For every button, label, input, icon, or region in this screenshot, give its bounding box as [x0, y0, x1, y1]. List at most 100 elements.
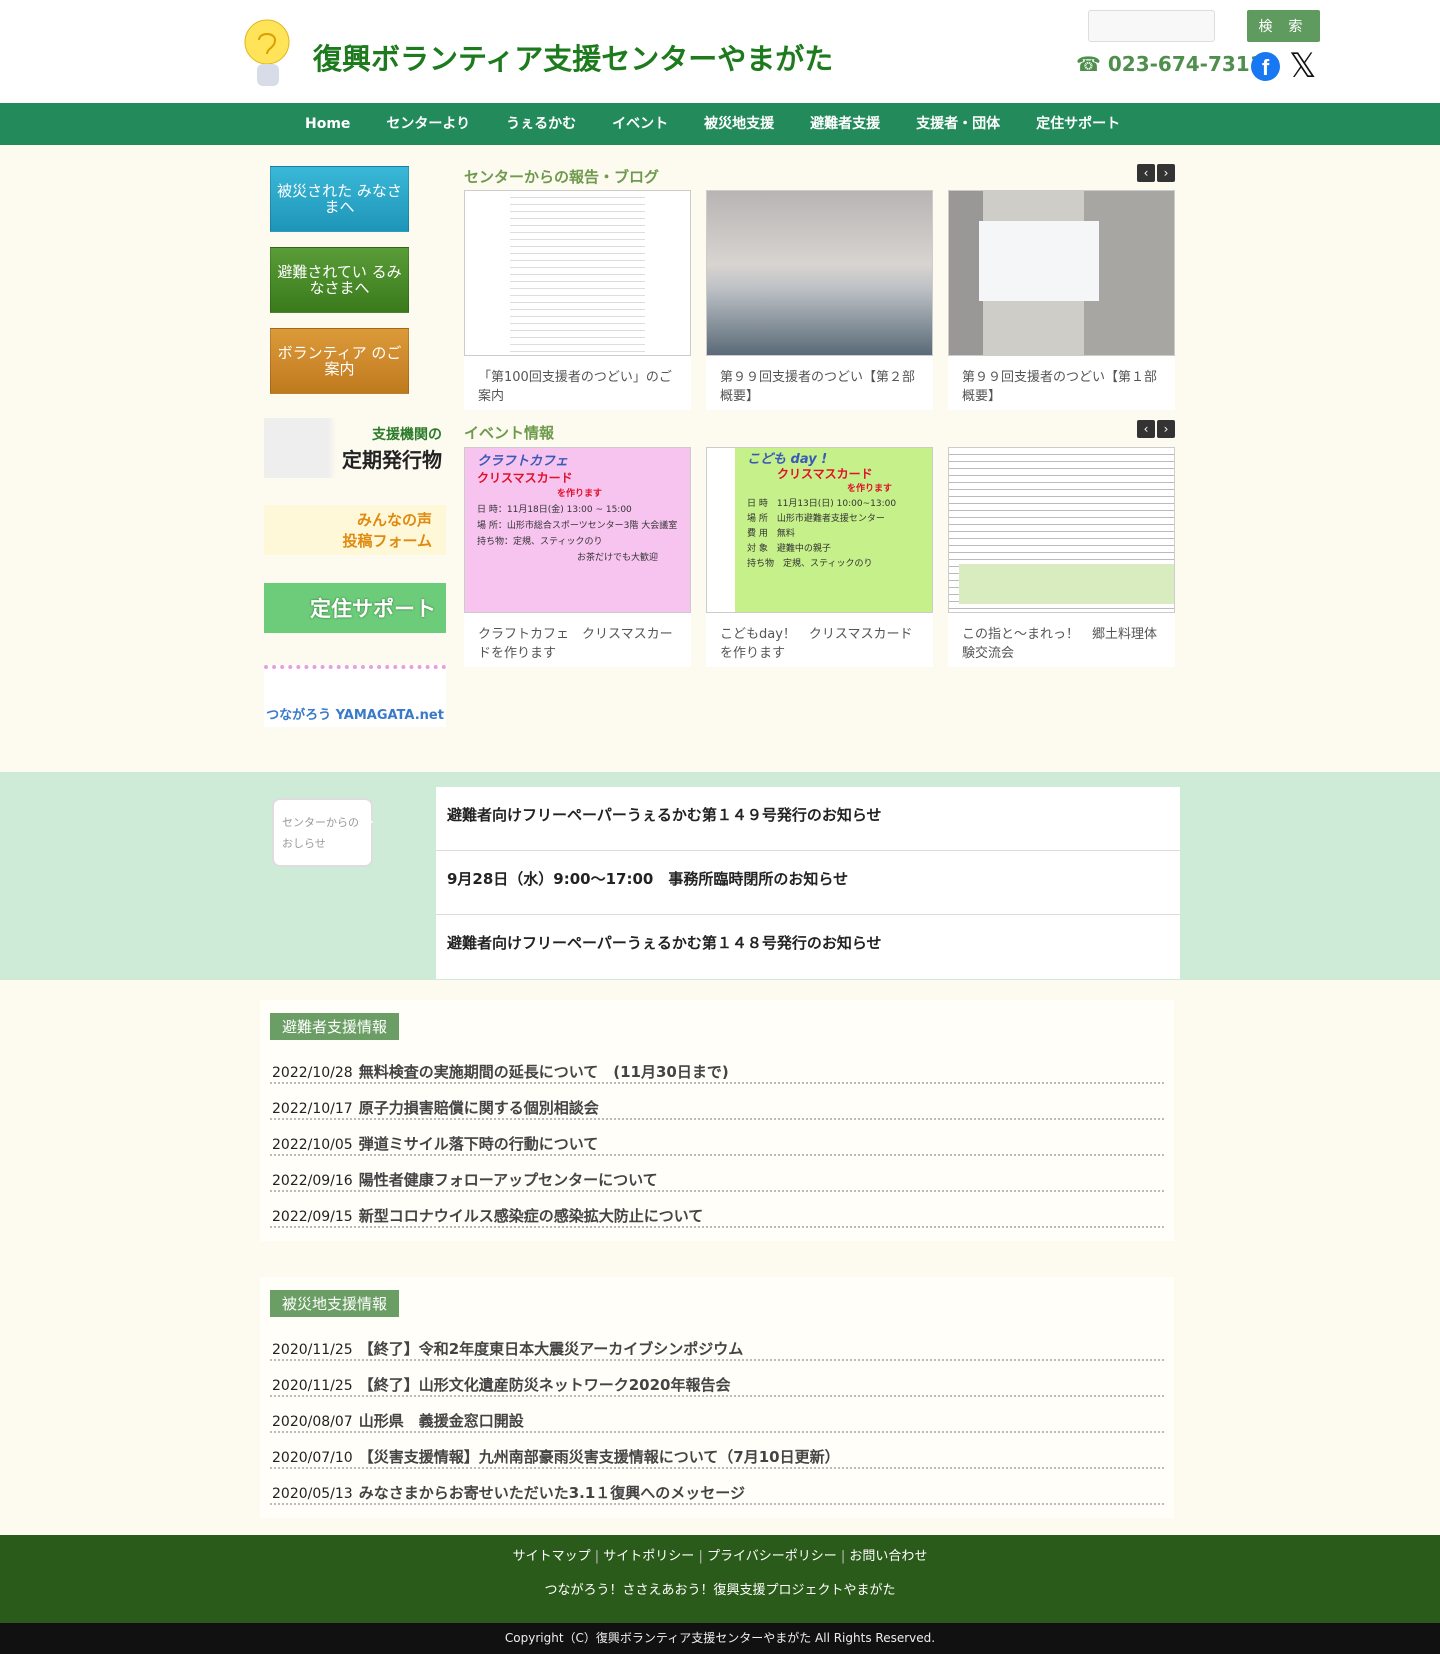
evacuee-info-title: 避難者支援情報	[270, 1013, 400, 1040]
flyer-place: 場 所：山形市総合スポーツセンター3階 大会議室	[477, 521, 678, 531]
nav-disaster-area[interactable]: 被災地支援	[686, 103, 792, 145]
item-date: 2022/10/05	[272, 1137, 353, 1153]
chevron-right-icon[interactable]: ›	[1157, 164, 1175, 182]
info-list-item[interactable]: 2020/07/10 【災害支援情報】九州南部豪雨災害支援情報について（7月10日…	[270, 1433, 1164, 1469]
copyright: Copyright（C）復興ボランティア支援センターやまがた All Right…	[0, 1623, 1440, 1654]
footer-link-privacy-policy[interactable]: プライバシーポリシー	[707, 1549, 837, 1564]
notices-label-bubble: センターからのおしらせ	[272, 798, 373, 867]
nav-settlement[interactable]: 定住サポート	[1018, 103, 1138, 145]
event-card-caption: クラフトカフェ クリスマスカードを作ります	[478, 627, 673, 661]
flyer-sub: を作ります	[847, 484, 893, 494]
blog-carousel-controls: ‹ ›	[1137, 164, 1175, 182]
footer-link-site-policy[interactable]: サイトポリシー	[603, 1549, 694, 1564]
nav-evacuee[interactable]: 避難者支援	[792, 103, 898, 145]
item-title: 無料検査の実施期間の延長について (11月30日まで)	[358, 1063, 729, 1081]
event-card[interactable]: この指と～まれっ！ 郷土料理体験交流会	[948, 447, 1175, 667]
item-date: 2020/11/25	[272, 1378, 353, 1394]
blog-card[interactable]: 「第100回支援者のつどい」のご案内	[464, 190, 691, 410]
nav-welcome[interactable]: うぇるかむ	[488, 103, 594, 145]
flyer-heading: こども day !	[747, 452, 828, 467]
item-title: 弾道ミサイル落下時の行動について	[358, 1135, 599, 1153]
item-title: 【終了】山形文化遺産防災ネットワーク2020年報告会	[358, 1376, 731, 1394]
blog-card[interactable]: 第９９回支援者のつどい【第１部概要】	[948, 190, 1175, 410]
sidebar-button-evacuees[interactable]: 避難されてい るみなさまへ	[270, 247, 409, 313]
search-input[interactable]	[1088, 10, 1215, 42]
flyer-heading: クラフトカフェ	[477, 454, 569, 469]
site-title[interactable]: 復興ボランティア支援センターやまがた	[313, 36, 833, 78]
nav-center[interactable]: センターより	[368, 103, 488, 145]
kodomo-day-flyer: こども day ! クリスマスカード を作ります 日 時 11月13日(日) 1…	[706, 447, 933, 613]
footer: サイトマップ | サイトポリシー | プライバシーポリシー | お問い合わせ つ…	[0, 1535, 1440, 1623]
nav-event[interactable]: イベント	[594, 103, 686, 145]
event-card[interactable]: こども day ! クリスマスカード を作ります 日 時 11月13日(日) 1…	[706, 447, 933, 667]
facebook-icon[interactable]: f	[1251, 52, 1280, 81]
event-card[interactable]: クラフトカフェ クリスマスカード を作ります 日 時：11月18日(金) 13:…	[464, 447, 691, 667]
info-list-item[interactable]: 2020/11/25 【終了】山形文化遺産防災ネットワーク2020年報告会	[270, 1361, 1164, 1397]
item-title: 陽性者健康フォローアップセンターについて	[358, 1171, 658, 1189]
craft-cafe-flyer: クラフトカフェ クリスマスカード を作ります 日 時：11月18日(金) 13:…	[464, 447, 691, 613]
item-date: 2022/10/17	[272, 1101, 353, 1117]
blog-card-caption: 第９９回支援者のつどい【第２部概要】	[720, 370, 916, 404]
banner-periodicals-line1: 支援機関の	[372, 426, 442, 443]
item-title: 山形県 義援金窓口開設	[358, 1412, 524, 1430]
nav-home[interactable]: Home	[287, 103, 368, 145]
info-list-item[interactable]: 2020/11/25 【終了】令和2年度東日本大震災アーカイブシンポジウム	[270, 1325, 1164, 1361]
banner-periodicals[interactable]: 支援機関の 定期発行物	[264, 418, 446, 478]
blog-section-title: センターからの報告・ブログ	[464, 168, 660, 186]
main-nav: Home センターより うぇるかむ イベント 被災地支援 避難者支援 支援者・団…	[0, 103, 1440, 145]
item-date: 2020/11/25	[272, 1342, 353, 1358]
flyer-sub: を作ります	[557, 489, 603, 499]
document-thumbnail	[464, 190, 691, 356]
banner-tsunagaro-yamagata[interactable]: つながろう YAMAGATA.net	[264, 665, 446, 727]
info-list-item[interactable]: 2022/09/15 新型コロナウイルス感染症の感染拡大防止について	[270, 1192, 1164, 1228]
sidebar-button-disaster-victims[interactable]: 被災された みなさまへ	[270, 166, 409, 232]
info-list-item[interactable]: 2022/10/05 弾道ミサイル落下時の行動について	[270, 1120, 1164, 1156]
chevron-left-icon[interactable]: ‹	[1137, 420, 1155, 438]
flyer-bring: 持ち物：定規、スティックのり	[477, 537, 603, 547]
event-section-title: イベント情報	[464, 424, 555, 442]
sidebar-button-volunteer[interactable]: ボランティア のご案内	[270, 328, 409, 394]
flyer-fee: 費 用 無料	[747, 529, 795, 539]
banner-periodicals-line2: 定期発行物	[342, 447, 442, 472]
footer-link-sitemap[interactable]: サイトマップ	[513, 1549, 591, 1564]
flyer-date: 日 時 11月13日(日) 10:00~13:00	[747, 499, 897, 509]
item-title: 原子力損害賠償に関する個別相談会	[358, 1099, 599, 1117]
banner-voice-form[interactable]: みんなの声 投稿フォーム	[264, 505, 446, 555]
item-title: みなさまからお寄せいただいた3.1１復興へのメッセージ	[358, 1484, 745, 1502]
info-list-item[interactable]: 2020/08/07 山形県 義援金窓口開設	[270, 1397, 1164, 1433]
phone-number: ☎ 023-674-7311	[1076, 52, 1264, 76]
site-header: 復興ボランティア支援センターやまがた 検 索 ☎ 023-674-7311 f …	[0, 0, 1440, 103]
x-twitter-icon[interactable]: 𝕏	[1289, 48, 1316, 84]
blog-carousel: 「第100回支援者のつどい」のご案内 第９９回支援者のつどい【第２部概要】 第９…	[464, 190, 1175, 410]
info-list-item[interactable]: 2020/05/13 みなさまからお寄せいただいた3.1１復興へのメッセージ	[270, 1469, 1164, 1505]
search-button[interactable]: 検 索	[1247, 10, 1320, 42]
flyer-title: クリスマスカード	[477, 471, 573, 485]
notice-item[interactable]: 9月28日（水）9:00～17:00 事務所臨時閉所のお知らせ	[436, 851, 1180, 915]
event-carousel-controls: ‹ ›	[1137, 420, 1175, 438]
item-title: 【終了】令和2年度東日本大震災アーカイブシンポジウム	[358, 1340, 744, 1358]
item-title: 【災害支援情報】九州南部豪雨災害支援情報について（7月10日更新）	[358, 1448, 840, 1466]
item-date: 2022/09/16	[272, 1173, 353, 1189]
blog-card[interactable]: 第９９回支援者のつどい【第２部概要】	[706, 190, 933, 410]
item-date: 2022/10/28	[272, 1065, 353, 1081]
lightbulb-logo-icon	[244, 19, 290, 86]
flyer-title: クリスマスカード	[777, 467, 873, 481]
flyer-bring: 持ち物 定規、スティックのり	[747, 559, 873, 569]
chevron-right-icon[interactable]: ›	[1157, 420, 1175, 438]
nav-supporters[interactable]: 支援者・団体	[898, 103, 1018, 145]
footer-link-contact[interactable]: お問い合わせ	[849, 1549, 927, 1564]
notices-list: 避難者向けフリーペーパーうぇるかむ第１４９号発行のお知らせ 9月28日（水）9:…	[436, 787, 1180, 979]
item-date: 2020/07/10	[272, 1450, 353, 1466]
info-list-item[interactable]: 2022/10/17 原子力損害賠償に関する個別相談会	[270, 1084, 1164, 1120]
banner-voice-line2: 投稿フォーム	[342, 532, 432, 550]
banner-voice-line1: みんなの声	[356, 511, 432, 529]
flyer-date: 日 時：11月18日(金) 13:00 ~ 15:00	[477, 505, 632, 515]
info-list-item[interactable]: 2022/09/16 陽性者健康フォローアップセンターについて	[270, 1156, 1164, 1192]
info-list-item[interactable]: 2022/10/28 無料検査の実施期間の延長について (11月30日まで)	[270, 1048, 1164, 1084]
footer-links: サイトマップ | サイトポリシー | プライバシーポリシー | お問い合わせ	[512, 1549, 928, 1564]
notice-item[interactable]: 避難者向けフリーペーパーうぇるかむ第１４８号発行のお知らせ	[436, 915, 1180, 979]
meeting-photo	[706, 190, 933, 356]
chevron-left-icon[interactable]: ‹	[1137, 164, 1155, 182]
banner-settlement-support[interactable]: 定住サポート	[264, 583, 446, 633]
notice-item[interactable]: 避難者向けフリーペーパーうぇるかむ第１４９号発行のお知らせ	[436, 787, 1180, 851]
